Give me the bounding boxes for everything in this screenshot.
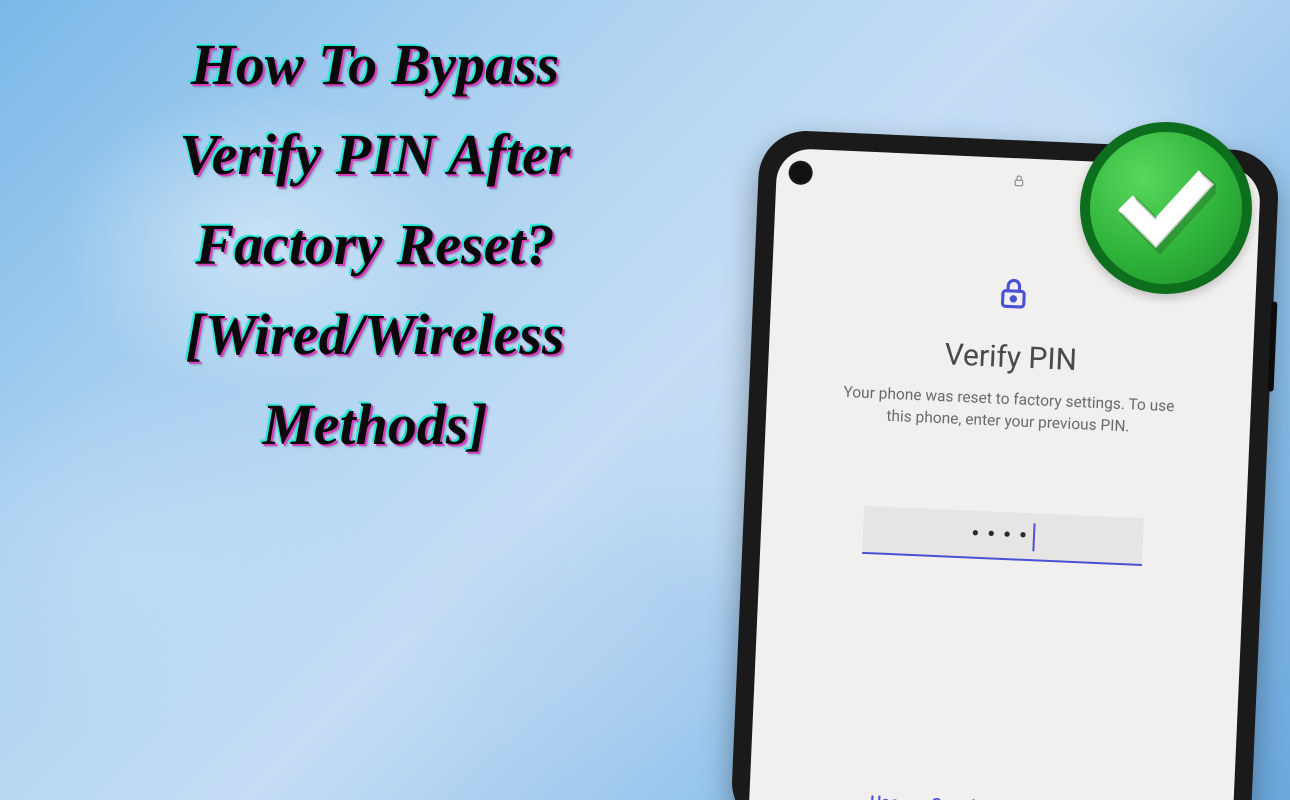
- pin-input-container: ••••: [862, 506, 1144, 566]
- headline-line: Verify PIN After: [180, 122, 571, 187]
- headline-line: Factory Reset?: [195, 212, 554, 277]
- verify-pin-description: Your phone was reset to factory settings…: [806, 380, 1211, 441]
- lock-icon: [996, 275, 1032, 314]
- verify-pin-title: Verify PIN: [944, 337, 1078, 378]
- success-check-badge: [1080, 122, 1252, 294]
- pin-input[interactable]: ••••: [862, 506, 1144, 566]
- checkmark-icon: [1116, 158, 1216, 258]
- headline-line: How To Bypass: [191, 32, 559, 97]
- pin-masked-value: ••••: [971, 521, 1036, 549]
- text-cursor: [1032, 524, 1035, 552]
- use-google-account-link[interactable]: Use my Google Account instead: [870, 792, 1113, 800]
- article-headline: How To Bypass Verify PIN After Factory R…: [25, 20, 725, 469]
- headline-line: Methods]: [262, 392, 488, 457]
- lock-status-icon: [1012, 174, 1026, 192]
- headline-line: [Wired/Wireless: [185, 302, 564, 367]
